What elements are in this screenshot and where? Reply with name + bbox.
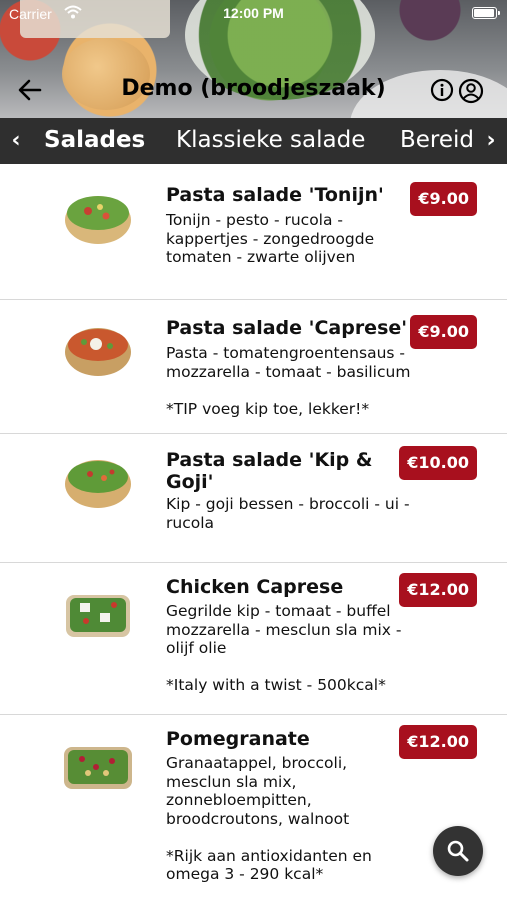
price-badge[interactable]: €12.00 (399, 725, 477, 759)
item-description: Pasta - tomatengroentensaus - mozzarella… (166, 344, 411, 418)
menu-list: Pasta salade 'Tonijn' Tonijn - pesto - r… (0, 164, 507, 900)
price-badge[interactable]: €9.00 (410, 315, 477, 349)
search-icon (447, 840, 469, 862)
list-item[interactable]: Pasta salade 'Caprese' Pasta - tomatengr… (0, 300, 507, 434)
salad-bowl-image (65, 328, 131, 376)
item-description: Granaatappel, broccoli, mesclun sla mix,… (166, 754, 372, 883)
battery-icon (472, 7, 500, 19)
list-item[interactable]: Pomegranate Granaatappel, broccoli, mesc… (0, 715, 507, 900)
chevron-right-icon[interactable]: › (481, 128, 501, 154)
price-badge[interactable]: €12.00 (399, 573, 477, 607)
item-name: Chicken Caprese (166, 576, 344, 598)
user-icon[interactable] (458, 78, 484, 104)
item-name: Pasta salade 'Tonijn' (166, 184, 384, 206)
tab-salades[interactable]: Salades (44, 127, 145, 153)
list-item[interactable]: Chicken Caprese Gegrilde kip - tomaat - … (0, 563, 507, 715)
list-item[interactable]: Pasta salade 'Kip & Goji' Kip - goji bes… (0, 434, 507, 563)
salad-box-image (66, 595, 130, 637)
info-icon[interactable] (430, 78, 454, 102)
item-description: Kip - goji bessen - broccoli - ui - ruco… (166, 495, 410, 532)
chevron-left-icon[interactable]: ‹ (6, 128, 26, 154)
price-badge[interactable]: €9.00 (410, 182, 477, 216)
salad-box-image (64, 747, 132, 789)
tab-klassieke-salade[interactable]: Klassieke salade (176, 127, 365, 153)
item-description: Tonijn - pesto - rucola - kappertjes - z… (166, 211, 375, 266)
item-description: Gegrilde kip - tomaat - buffel mozzarell… (166, 602, 402, 694)
list-item[interactable]: Pasta salade 'Tonijn' Tonijn - pesto - r… (0, 164, 507, 300)
item-name: Pasta salade 'Caprese' (166, 317, 408, 339)
item-name: Pasta salade 'Kip & Goji' (166, 449, 373, 493)
salad-bowl-image (65, 460, 131, 508)
clock: 12:00 PM (223, 5, 284, 21)
item-name: Pomegranate (166, 728, 310, 750)
tab-bereid[interactable]: Bereid (400, 127, 474, 153)
search-button[interactable] (433, 826, 483, 876)
status-bar: Carrier 12:00 PM (0, 0, 507, 28)
salad-bowl-image (65, 196, 131, 244)
category-tabs: ‹ Salades Klassieke salade Bereid › (0, 118, 507, 164)
nav-bar: Demo (broodjeszaak) (0, 62, 507, 118)
price-badge[interactable]: €10.00 (399, 446, 477, 480)
